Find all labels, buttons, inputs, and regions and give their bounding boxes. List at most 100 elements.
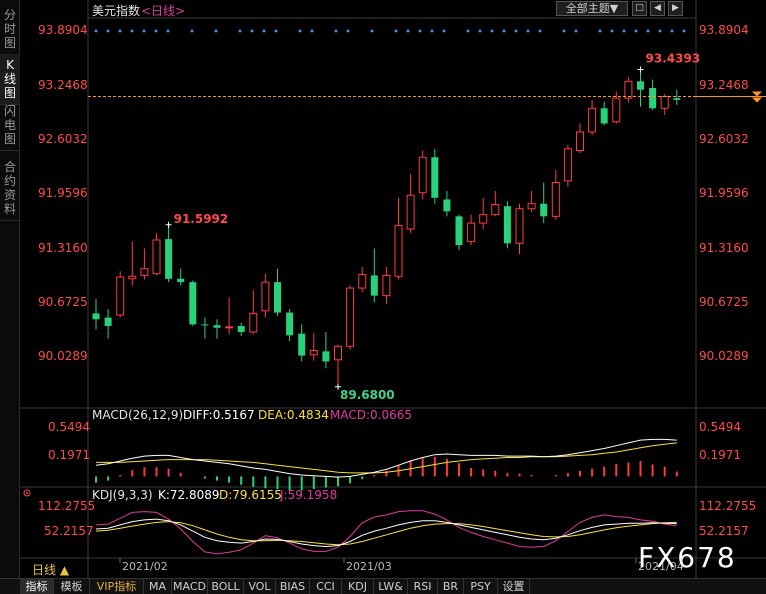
price-tick-l-5: 90.6725 <box>38 295 88 310</box>
scroll-right-button[interactable]: ▶ <box>668 1 683 16</box>
event-dot-37 <box>658 29 662 33</box>
candle-body-31 <box>467 222 476 243</box>
mid-high-marker <box>165 221 172 228</box>
bottom-tab-3[interactable]: MA <box>144 579 172 594</box>
event-dot-6 <box>166 29 170 33</box>
candle-body-5 <box>152 239 161 275</box>
bottom-tab-1[interactable]: 模板 <box>54 579 90 594</box>
mid-high-annotation: 91.5992 <box>174 212 229 226</box>
event-dot-38 <box>670 29 674 33</box>
candle-body-14 <box>261 281 270 312</box>
bottom-tab-10[interactable]: LW& <box>374 579 408 594</box>
chart-title: 美元指数 <box>92 4 141 18</box>
candle-body-46 <box>649 88 657 109</box>
candle-body-45 <box>637 81 644 90</box>
event-dot-29 <box>538 29 542 33</box>
candle-body-30 <box>455 216 463 246</box>
candle-body-20 <box>334 345 342 361</box>
candle-body-16 <box>286 312 294 336</box>
bottom-tab-14[interactable]: 设置 <box>498 579 530 594</box>
chart-period[interactable]: <日线> <box>141 2 185 19</box>
price-tick-r-0: 93.8904 <box>699 23 749 38</box>
event-dot-15 <box>334 29 338 33</box>
bottom-tab-13[interactable]: PSY <box>464 579 498 594</box>
bottom-tab-8[interactable]: CCI <box>310 579 342 594</box>
event-dot-19 <box>406 29 410 33</box>
fx678-watermark: FX678 <box>638 541 737 574</box>
event-dot-7 <box>190 29 194 33</box>
event-dot-0 <box>94 29 98 33</box>
bottom-tab-5[interactable]: BOLL <box>208 579 244 594</box>
candle-body-29 <box>443 199 451 212</box>
bottom-tab-12[interactable]: BR <box>438 579 464 594</box>
bottom-tab-11[interactable]: RSI <box>408 579 438 594</box>
bottom-tab-0[interactable]: 指标 <box>20 579 54 594</box>
price-tick-r-6: 90.0289 <box>699 349 749 364</box>
event-dot-3 <box>130 29 134 33</box>
theme-select-button[interactable]: 全部主题▼ <box>556 1 628 16</box>
candle-body-1 <box>104 317 112 327</box>
bottom-tab-2[interactable]: VIP指标 <box>90 579 144 594</box>
kdj-j-line <box>95 510 677 555</box>
event-dot-2 <box>118 29 122 33</box>
high-marker <box>637 66 644 73</box>
event-dot-30 <box>562 29 566 33</box>
candle-body-24 <box>382 274 391 297</box>
candle-body-36 <box>527 203 536 210</box>
macd-tick-right-1: 0.1971 <box>699 448 741 462</box>
candle-body-34 <box>503 206 511 244</box>
candle-body-38 <box>551 182 560 217</box>
event-dot-14 <box>310 29 314 33</box>
event-dot-9 <box>238 29 242 33</box>
kdj-tick-left-0: 112.2755 <box>38 499 96 513</box>
candle-body-41 <box>588 107 597 133</box>
low-annotation: 89.6800 <box>340 388 395 402</box>
event-dot-23 <box>466 29 470 33</box>
candle-body-4 <box>140 268 149 276</box>
candle-body-11 <box>225 326 234 329</box>
macd-diff-value: DIFF:0.5167 <box>183 408 255 422</box>
candle-body-40 <box>576 131 584 152</box>
period-toggle[interactable]: 日线 ▲ <box>32 561 69 578</box>
candle-body-33 <box>491 204 500 216</box>
candle-body-39 <box>563 148 572 182</box>
candle-body-12 <box>237 326 245 332</box>
candle-body-48 <box>673 98 681 100</box>
candle-body-25 <box>394 225 403 277</box>
candle-body-3 <box>128 275 137 280</box>
event-dot-18 <box>394 29 398 33</box>
kdj-d-line <box>95 521 677 546</box>
price-tick-l-6: 90.0289 <box>38 349 88 364</box>
price-tick-r-4: 91.3160 <box>699 240 749 255</box>
candle-body-6 <box>165 239 173 279</box>
candle-body-15 <box>274 282 281 313</box>
bottom-tab-6[interactable]: VOL <box>244 579 276 594</box>
window-button[interactable]: □ <box>632 1 647 16</box>
event-dot-20 <box>418 29 422 33</box>
scroll-left-button[interactable]: ◀ <box>650 1 665 16</box>
bottom-tab-9[interactable]: KDJ <box>342 579 374 594</box>
candle-body-17 <box>298 333 306 356</box>
event-dot-31 <box>574 29 578 33</box>
candle-body-2 <box>116 276 125 316</box>
x-axis-date-1: 2021/03 <box>346 560 392 573</box>
price-tick-l-0: 93.8904 <box>38 23 88 38</box>
high-annotation: 93.4393 <box>646 51 701 65</box>
macd-tick-left-1: 0.1971 <box>48 448 90 462</box>
bottom-tab-4[interactable]: MACD <box>172 579 208 594</box>
candle-body-19 <box>322 351 330 362</box>
candle-body-26 <box>406 194 415 230</box>
candle-body-13 <box>249 312 258 333</box>
kdj-k-value: K:72.8089 <box>158 488 220 502</box>
candle-body-23 <box>370 275 378 296</box>
x-axis-date-0: 2021/02 <box>122 560 168 573</box>
event-dot-34 <box>622 29 626 33</box>
macd-tick-left-0: 0.5494 <box>48 420 90 434</box>
event-dot-28 <box>526 29 530 33</box>
event-dot-25 <box>490 29 494 33</box>
candle-body-43 <box>612 97 621 123</box>
macd-title: MACD(26,12,9) <box>92 408 184 422</box>
event-dot-5 <box>154 29 158 33</box>
bottom-tab-7[interactable]: BIAS <box>276 579 310 594</box>
kdj-title: KDJ(9,3,3) <box>92 488 153 502</box>
